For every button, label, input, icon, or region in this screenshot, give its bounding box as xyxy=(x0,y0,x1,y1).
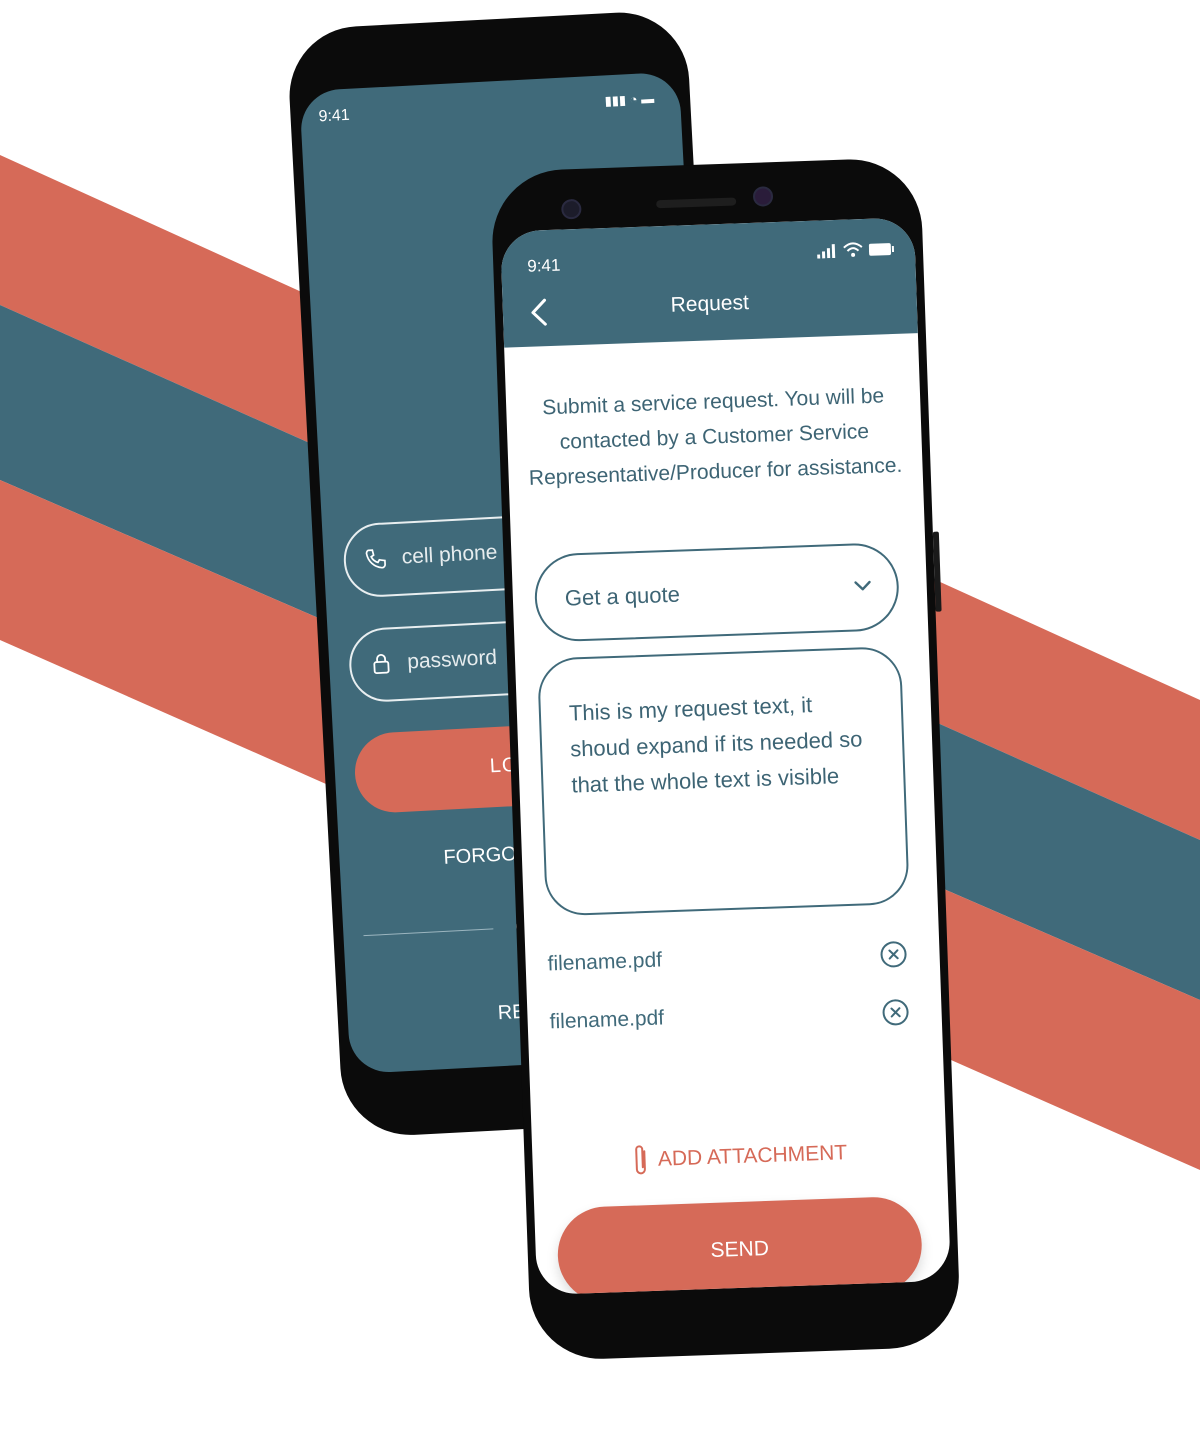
add-attachment-label: ADD ATTACHMENT xyxy=(657,1141,848,1171)
status-time: 9:41 xyxy=(318,106,351,126)
status-time: 9:41 xyxy=(526,255,561,276)
divider-line xyxy=(363,928,494,937)
request-screen: 9:41 Request Submit a service request. Y… xyxy=(500,217,951,1296)
close-circle-icon[interactable] xyxy=(881,998,910,1027)
request-text-area[interactable]: This is my request text, it shoud expand… xyxy=(537,645,910,917)
page-title: Request xyxy=(670,291,750,317)
intro-text: Submit a service request. You will be co… xyxy=(528,384,903,490)
attachment-item: filename.pdf xyxy=(547,934,912,987)
phone-icon xyxy=(365,549,386,569)
signal-icon xyxy=(817,244,836,259)
password-placeholder: password xyxy=(406,645,498,674)
close-circle-icon[interactable] xyxy=(879,940,908,969)
battery-icon xyxy=(868,243,895,256)
send-button[interactable]: SEND xyxy=(556,1195,924,1296)
send-label: SEND xyxy=(710,1236,770,1262)
request-phone-mockup: 9:41 Request Submit a service request. Y… xyxy=(490,156,962,1362)
attachment-filename: filename.pdf xyxy=(547,948,663,976)
request-type-value: Get a quote xyxy=(564,581,681,611)
lock-icon xyxy=(373,654,390,675)
app-header: 9:41 Request xyxy=(500,217,918,348)
status-icons xyxy=(817,240,896,259)
status-icons: ▮▮▮ ◔ ▬ xyxy=(604,90,655,109)
chevron-down-icon xyxy=(854,580,871,591)
add-attachment-button[interactable]: ADD ATTACHMENT xyxy=(532,1133,947,1181)
paperclip-icon xyxy=(635,1145,647,1175)
request-type-select[interactable]: Get a quote xyxy=(533,542,901,643)
wifi-icon xyxy=(843,242,863,257)
attachment-filename: filename.pdf xyxy=(549,1006,665,1034)
attachment-item: filename.pdf xyxy=(549,992,914,1045)
